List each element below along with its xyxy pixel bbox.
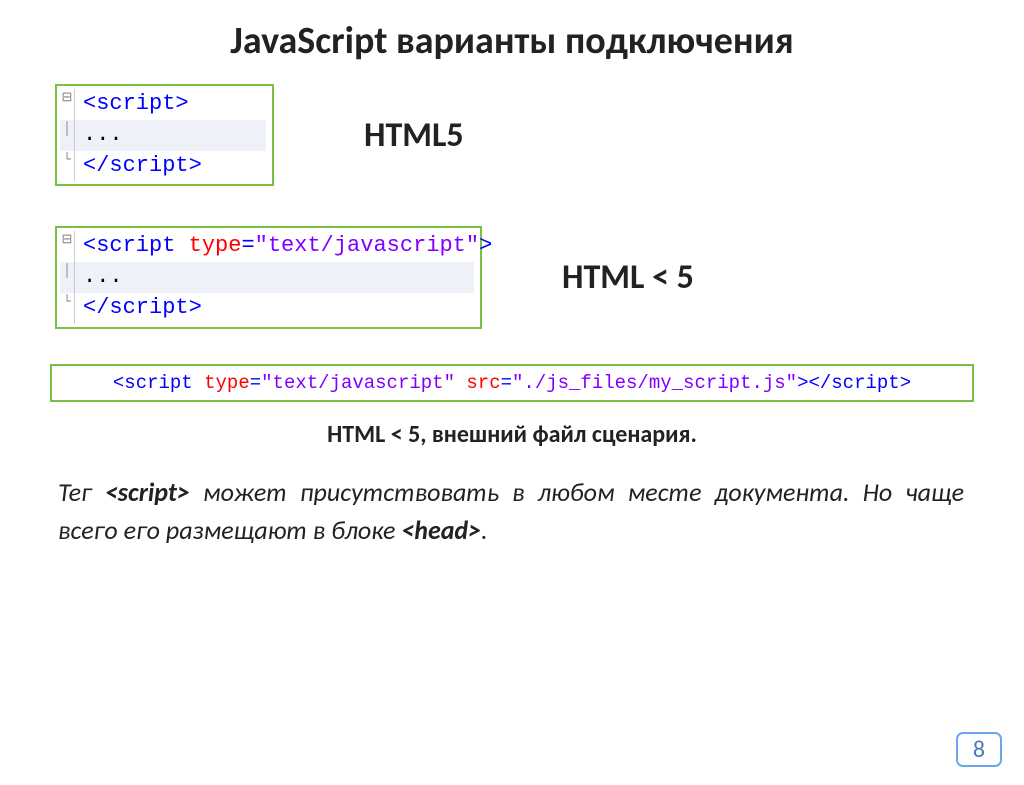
code-line: ... (79, 120, 127, 151)
attr-value: "text/javascript" (255, 233, 479, 258)
tag-name: script (831, 372, 899, 394)
gutter-branch-icon: │ (60, 120, 75, 151)
tag-literal: <head> (401, 514, 481, 546)
attr-value: "./js_files/my_script.js" (512, 372, 797, 394)
fold-gutter-icon: ⊟ (60, 231, 75, 262)
attr-name: type (204, 372, 250, 394)
text-span: может присутствовать в любом месте докум… (58, 476, 964, 546)
angle-open: </ (83, 153, 109, 178)
tag-name: script (96, 233, 175, 258)
angle-open: < (113, 372, 124, 394)
code-line: </script> (79, 293, 206, 324)
equals: = (241, 233, 254, 258)
code-line: <script> (79, 89, 193, 120)
space (175, 233, 188, 258)
angle-close: > (797, 372, 808, 394)
equals: = (501, 372, 512, 394)
space (193, 372, 204, 394)
angle-open: </ (808, 372, 831, 394)
section-external-file: <script type="text/javascript" src="./js… (0, 364, 1024, 450)
slide-title: JavaScript варианты подключения (0, 18, 1024, 64)
angle-open: < (83, 91, 96, 116)
text-span: . (481, 514, 488, 546)
gutter-end-icon: └ (60, 293, 75, 324)
angle-close: > (189, 153, 202, 178)
label-html5: HTML5 (364, 115, 464, 156)
code-line: <script type="text/javascript"> (79, 231, 496, 262)
code-box-html-lt5: ⊟ <script type="text/javascript"> │ ... … (55, 226, 482, 328)
text-span: Тег (58, 476, 105, 508)
body-paragraph: Тег <script> может присутствовать в любо… (58, 474, 964, 549)
section-html-lt5: ⊟ <script type="text/javascript"> │ ... … (55, 226, 1024, 328)
angle-close: > (479, 233, 492, 258)
section-html5: ⊟ <script> │ ... └ </script> HTML5 (55, 84, 1024, 186)
page-number-badge: 8 (956, 732, 1002, 767)
angle-close: > (175, 91, 188, 116)
angle-open: </ (83, 295, 109, 320)
gutter-branch-icon: │ (60, 262, 75, 293)
attr-value: "text/javascript" (261, 372, 455, 394)
space (455, 372, 466, 394)
angle-close: > (189, 295, 202, 320)
tag-literal: <script> (105, 476, 190, 508)
angle-close: > (900, 372, 911, 394)
fold-gutter-icon: ⊟ (60, 89, 75, 120)
code-box-external: <script type="text/javascript" src="./js… (50, 364, 974, 403)
tag-name: script (124, 372, 192, 394)
equals: = (250, 372, 261, 394)
tag-name: script (109, 295, 188, 320)
code-line: ... (79, 262, 127, 293)
gutter-end-icon: └ (60, 151, 75, 182)
code-line: </script> (79, 151, 206, 182)
label-html-lt5: HTML < 5 (562, 257, 694, 298)
code-box-html5: ⊟ <script> │ ... └ </script> (55, 84, 274, 186)
angle-open: < (83, 233, 96, 258)
attr-name: type (189, 233, 242, 258)
caption-external: HTML < 5, внешний файл сценария. (0, 420, 1024, 449)
tag-name: script (96, 91, 175, 116)
code-line: <script type="text/javascript" src="./js… (58, 370, 966, 397)
tag-name: script (109, 153, 188, 178)
attr-name: src (466, 372, 500, 394)
